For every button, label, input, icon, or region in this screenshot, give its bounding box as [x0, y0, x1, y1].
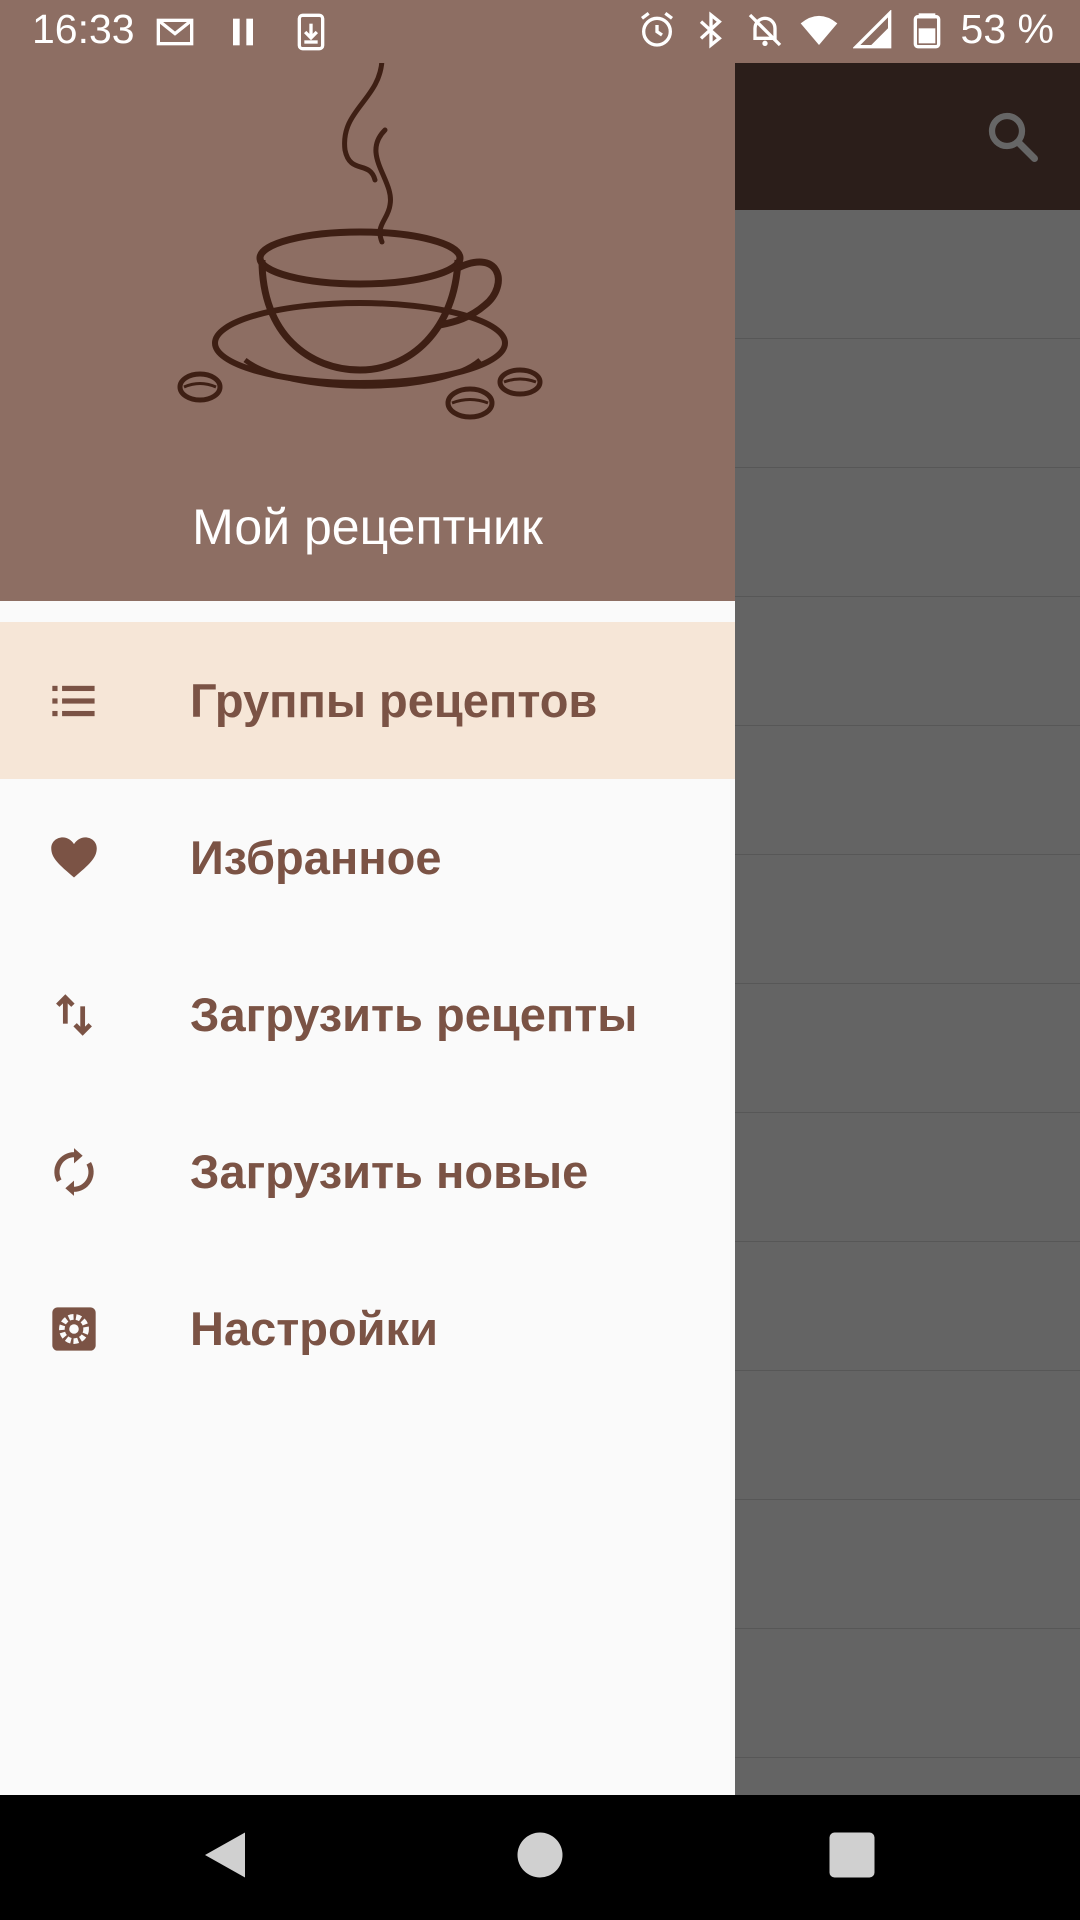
menu-item-load-new[interactable]: Загрузить новые — [0, 1093, 735, 1250]
status-time: 16:33 — [32, 6, 135, 52]
status-bar: 16:33 53 % — [0, 0, 1080, 63]
back-icon[interactable] — [195, 1825, 255, 1885]
wifi-icon — [800, 15, 837, 45]
navigation-bar — [0, 1795, 1080, 1920]
settings-icon — [48, 1303, 100, 1355]
menu-item-label: Избранное — [190, 831, 442, 884]
battery-icon — [913, 12, 940, 48]
menu-item-label: Загрузить новые — [190, 1145, 589, 1198]
alarm-icon — [640, 11, 673, 47]
navigation-drawer: Мой рецептник Группы рецептов Избранное … — [0, 0, 735, 1795]
menu-item-favorites[interactable]: Избранное — [0, 779, 735, 936]
battery-percentage: 53 % — [960, 6, 1054, 52]
menu-item-load-recipes[interactable]: Загрузить рецепты — [0, 936, 735, 1093]
drawer-title: Мой рецептник — [192, 499, 543, 555]
menu-item-settings[interactable]: Настройки — [0, 1250, 735, 1407]
list-icon — [48, 675, 100, 727]
status-right-icons: 53 % — [637, 6, 1054, 53]
dnd-off-icon — [748, 13, 781, 46]
home-icon[interactable] — [510, 1825, 570, 1885]
drawer-header: Мой рецептник — [0, 0, 735, 601]
menu-item-label: Группы рецептов — [190, 674, 598, 727]
signal-icon — [852, 9, 891, 48]
gmail-icon — [156, 18, 194, 46]
refresh-icon — [48, 1146, 100, 1198]
menu-item-label: Загрузить рецепты — [190, 988, 638, 1041]
recents-icon[interactable] — [822, 1825, 882, 1885]
status-left-icons — [155, 12, 331, 52]
bluetooth-icon — [699, 11, 722, 48]
coffee-cup-icon — [177, 60, 543, 420]
menu-item-label: Настройки — [190, 1302, 438, 1355]
swap-vertical-icon — [48, 989, 100, 1041]
heart-icon — [48, 832, 100, 884]
pause-icon — [233, 18, 253, 46]
drawer-menu: Группы рецептов Избранное Загрузить реце… — [0, 622, 735, 1407]
menu-item-recipe-groups[interactable]: Группы рецептов — [0, 622, 735, 779]
download-icon — [297, 13, 325, 51]
